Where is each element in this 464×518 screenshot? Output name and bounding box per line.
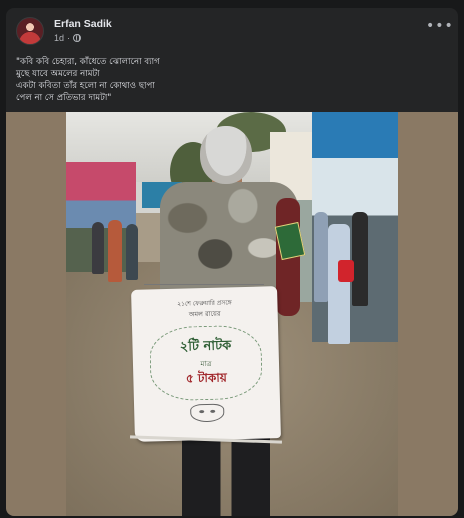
caption-line: পেল না সে প্রতিভার দামটা"	[16, 93, 112, 103]
placard-bubble: ২টি নাটক মাত্র ৫ টাকায়	[149, 324, 263, 402]
post-header: Erfan Sadik 1d · •••	[16, 17, 453, 53]
post-meta: 1d ·	[54, 33, 82, 43]
theatre-masks-icon	[190, 403, 225, 423]
photo-bystander	[108, 220, 122, 282]
placard-line: অমল রায়ের	[188, 309, 221, 319]
placard-line: মাত্র	[200, 359, 212, 368]
post-photo[interactable]: ২১শে ফেব্রুয়ারি প্রসঙ্গে অমল রায়ের ২টি…	[66, 112, 398, 516]
avatar[interactable]	[16, 17, 44, 45]
photo-bystander	[314, 212, 328, 302]
post-card: Erfan Sadik 1d · ••• "কবি কবি চেহারা, কা…	[6, 8, 458, 516]
man-head	[200, 126, 252, 184]
caption-line: একটা কবিতা তাঁর হলো না কোথাও ছাপা	[16, 81, 155, 91]
photo-bystander	[352, 212, 368, 306]
photo-bystander	[328, 224, 350, 344]
post-time[interactable]: 1d	[54, 33, 64, 43]
photo-red-bag	[338, 260, 354, 282]
photo-bystander	[92, 222, 104, 274]
post-photo-frame[interactable]: ২১শে ফেব্রুয়ারি প্রসঙ্গে অমল রায়ের ২টি…	[6, 112, 458, 516]
placard-line: ৫ টাকায়	[185, 369, 227, 386]
globe-icon[interactable]	[73, 34, 82, 42]
placard-sign: ২১শে ফেব্রুয়ারি প্রসঙ্গে অমল রায়ের ২টি…	[131, 286, 281, 442]
placard-line: ২টি নাটক	[179, 337, 232, 355]
more-options-button[interactable]: •••	[426, 19, 453, 37]
more-horizontal-icon: •••	[426, 18, 454, 34]
caption-line: "কবি কবি চেহারা, কাঁধেতে ঝোলানো ব্যাগ	[16, 57, 160, 67]
post-caption: "কবি কবি চেহারা, কাঁধেতে ঝোলানো ব্যাগ মু…	[16, 56, 448, 104]
placard-text: ২১শে ফেব্রুয়ারি প্রসঙ্গে অমল রায়ের ২টি…	[137, 294, 275, 433]
photo-bystander	[126, 224, 138, 280]
caption-line: মুছে যাবে অমলের নামটা	[16, 69, 100, 79]
author-name[interactable]: Erfan Sadik	[54, 18, 112, 30]
meta-separator: ·	[67, 33, 71, 43]
